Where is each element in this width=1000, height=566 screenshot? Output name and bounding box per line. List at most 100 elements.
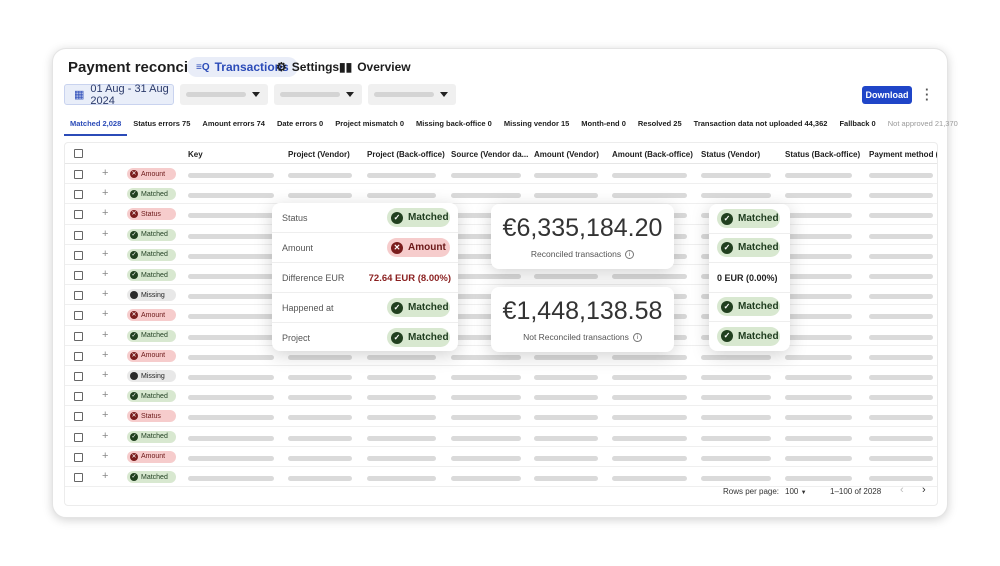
expand-row-icon[interactable]: + bbox=[102, 167, 108, 179]
expand-row-icon[interactable]: + bbox=[102, 187, 108, 199]
placeholder-cell bbox=[367, 173, 436, 178]
expand-row-icon[interactable]: + bbox=[102, 207, 108, 219]
placeholder-cell bbox=[534, 375, 598, 380]
filter-dropdown-2[interactable] bbox=[274, 84, 362, 105]
check-circle-icon: ✓ bbox=[391, 301, 403, 314]
check-circle-icon: ✓ bbox=[130, 250, 138, 259]
placeholder-cell bbox=[288, 395, 352, 401]
column-header[interactable]: Project (Back-office) bbox=[367, 150, 445, 159]
expand-row-icon[interactable]: + bbox=[102, 248, 108, 260]
expand-row-icon[interactable]: + bbox=[102, 349, 108, 361]
row-checkbox[interactable] bbox=[74, 351, 83, 361]
expand-row-icon[interactable]: + bbox=[102, 369, 108, 381]
row-checkbox[interactable] bbox=[74, 250, 83, 260]
placeholder-cell bbox=[869, 294, 933, 300]
more-options-icon[interactable]: · · · bbox=[925, 83, 929, 106]
table-row[interactable]: + ✓ Matched bbox=[65, 467, 937, 488]
row-checkbox[interactable] bbox=[74, 372, 83, 381]
filter-tab[interactable]: Status errors 75 bbox=[127, 117, 196, 136]
placeholder-cell bbox=[188, 375, 274, 380]
info-icon[interactable]: i bbox=[632, 333, 642, 343]
table-row[interactable]: + ✓ Matched bbox=[65, 386, 937, 407]
column-header[interactable]: Amount (Back-office) bbox=[612, 150, 693, 159]
table-row[interactable]: + ✓ Matched bbox=[65, 427, 937, 447]
filter-tab[interactable]: Resolved 25 bbox=[632, 117, 688, 136]
row-checkbox[interactable] bbox=[74, 210, 83, 220]
column-header[interactable]: Status (Back-office) bbox=[785, 150, 860, 159]
placeholder-cell bbox=[785, 294, 852, 300]
date-range-picker[interactable]: ▦ 01 Aug - 31 Aug 2024 bbox=[64, 83, 174, 107]
filter-tab[interactable]: Project mismatch 0 bbox=[329, 117, 410, 136]
filter-tab[interactable]: Matched 2,028 bbox=[64, 117, 128, 136]
next-page-icon[interactable]: › bbox=[922, 484, 926, 496]
expand-row-icon[interactable]: + bbox=[102, 268, 108, 280]
expand-row-icon[interactable]: + bbox=[102, 409, 108, 421]
rows-per-page-select[interactable]: 100 ▼ bbox=[785, 487, 807, 496]
status-badge: ✓ Matched bbox=[387, 328, 450, 347]
status-badge-label: Matched bbox=[141, 473, 168, 481]
check-circle-icon: ✓ bbox=[130, 190, 138, 199]
row-checkbox[interactable] bbox=[74, 170, 83, 179]
column-header[interactable]: Project (Vendor) bbox=[288, 150, 350, 159]
placeholder-cell bbox=[451, 354, 521, 360]
expand-row-icon[interactable]: + bbox=[102, 329, 108, 341]
expand-row-icon[interactable]: + bbox=[102, 288, 108, 300]
prev-page-icon[interactable]: ‹ bbox=[900, 484, 904, 496]
expand-row-icon[interactable]: + bbox=[102, 450, 108, 462]
row-checkbox[interactable] bbox=[74, 473, 83, 482]
column-header[interactable]: Source (Vendor da... bbox=[451, 150, 528, 159]
filter-dropdown-1[interactable] bbox=[180, 84, 268, 105]
row-checkbox[interactable] bbox=[74, 452, 83, 462]
filter-tab[interactable]: Date errors 0 bbox=[271, 117, 329, 136]
status-badge-label: Missing bbox=[141, 372, 165, 380]
status-badge-label: Status bbox=[141, 210, 161, 218]
status-badge: ✓ Matched bbox=[127, 329, 176, 342]
row-checkbox[interactable] bbox=[74, 291, 83, 301]
table-row[interactable]: + ✕ Amount bbox=[65, 447, 937, 467]
filter-tab[interactable]: Missing vendor 15 bbox=[498, 117, 575, 136]
filter-tab[interactable]: Transaction data not uploaded 44,362 bbox=[688, 117, 834, 136]
filter-tab[interactable]: Amount errors 74 bbox=[196, 117, 271, 136]
filter-tab[interactable]: Fallback 0 bbox=[833, 117, 881, 136]
row-checkbox[interactable] bbox=[74, 432, 83, 442]
table-row[interactable]: + ✕ Status bbox=[65, 406, 937, 427]
row-checkbox[interactable] bbox=[74, 331, 83, 341]
reconciled-amount: €6,335,184.20 bbox=[502, 214, 663, 242]
tab-overview[interactable]: ▮▮ Overview bbox=[330, 57, 420, 77]
filter-tab[interactable]: Missing back-office 0 bbox=[410, 117, 498, 136]
row-checkbox[interactable] bbox=[74, 392, 83, 402]
row-checkbox[interactable] bbox=[74, 311, 83, 321]
filter-tab[interactable]: Not approved 21,370 bbox=[882, 117, 964, 136]
placeholder-cell bbox=[188, 213, 274, 219]
table-row[interactable]: + ✓ Matched bbox=[65, 184, 937, 205]
row-checkbox[interactable] bbox=[74, 190, 83, 200]
status-badge-label: Matched bbox=[141, 251, 168, 259]
column-header[interactable]: Amount (Vendor) bbox=[534, 150, 599, 159]
table-row[interactable]: + Missing bbox=[65, 366, 937, 387]
row-checkbox[interactable] bbox=[74, 271, 83, 280]
row-checkbox[interactable] bbox=[74, 230, 83, 240]
expand-row-icon[interactable]: + bbox=[102, 389, 108, 401]
info-icon[interactable]: i bbox=[625, 250, 635, 260]
download-button[interactable]: Download bbox=[862, 86, 912, 104]
filter-tab[interactable]: Month-end 0 bbox=[575, 117, 632, 136]
column-header[interactable]: Status (Vendor) bbox=[701, 150, 760, 159]
filter-tabs: Matched 2,028 Status errors 75 Amount erro… bbox=[64, 117, 964, 136]
filter-dropdown-3[interactable] bbox=[368, 84, 456, 105]
placeholder-cell bbox=[701, 354, 771, 360]
placeholder-cell bbox=[288, 415, 352, 421]
placeholder-cell bbox=[534, 274, 598, 279]
expand-row-icon[interactable]: + bbox=[102, 308, 108, 320]
expand-row-icon[interactable]: + bbox=[102, 430, 108, 442]
row-checkbox[interactable] bbox=[74, 412, 83, 422]
expand-row-icon[interactable]: + bbox=[102, 470, 108, 482]
column-header[interactable]: Payment method (... bbox=[869, 150, 937, 159]
status-badge-label: Matched bbox=[738, 242, 779, 254]
placeholder-cell bbox=[534, 193, 598, 199]
table-row[interactable]: + ✕ Amount bbox=[65, 164, 937, 185]
expand-row-icon[interactable]: + bbox=[102, 228, 108, 240]
select-all-checkbox[interactable] bbox=[74, 149, 83, 158]
placeholder-cell bbox=[188, 455, 274, 461]
column-header[interactable]: Key bbox=[188, 150, 203, 159]
x-circle-icon: ✕ bbox=[130, 412, 138, 421]
